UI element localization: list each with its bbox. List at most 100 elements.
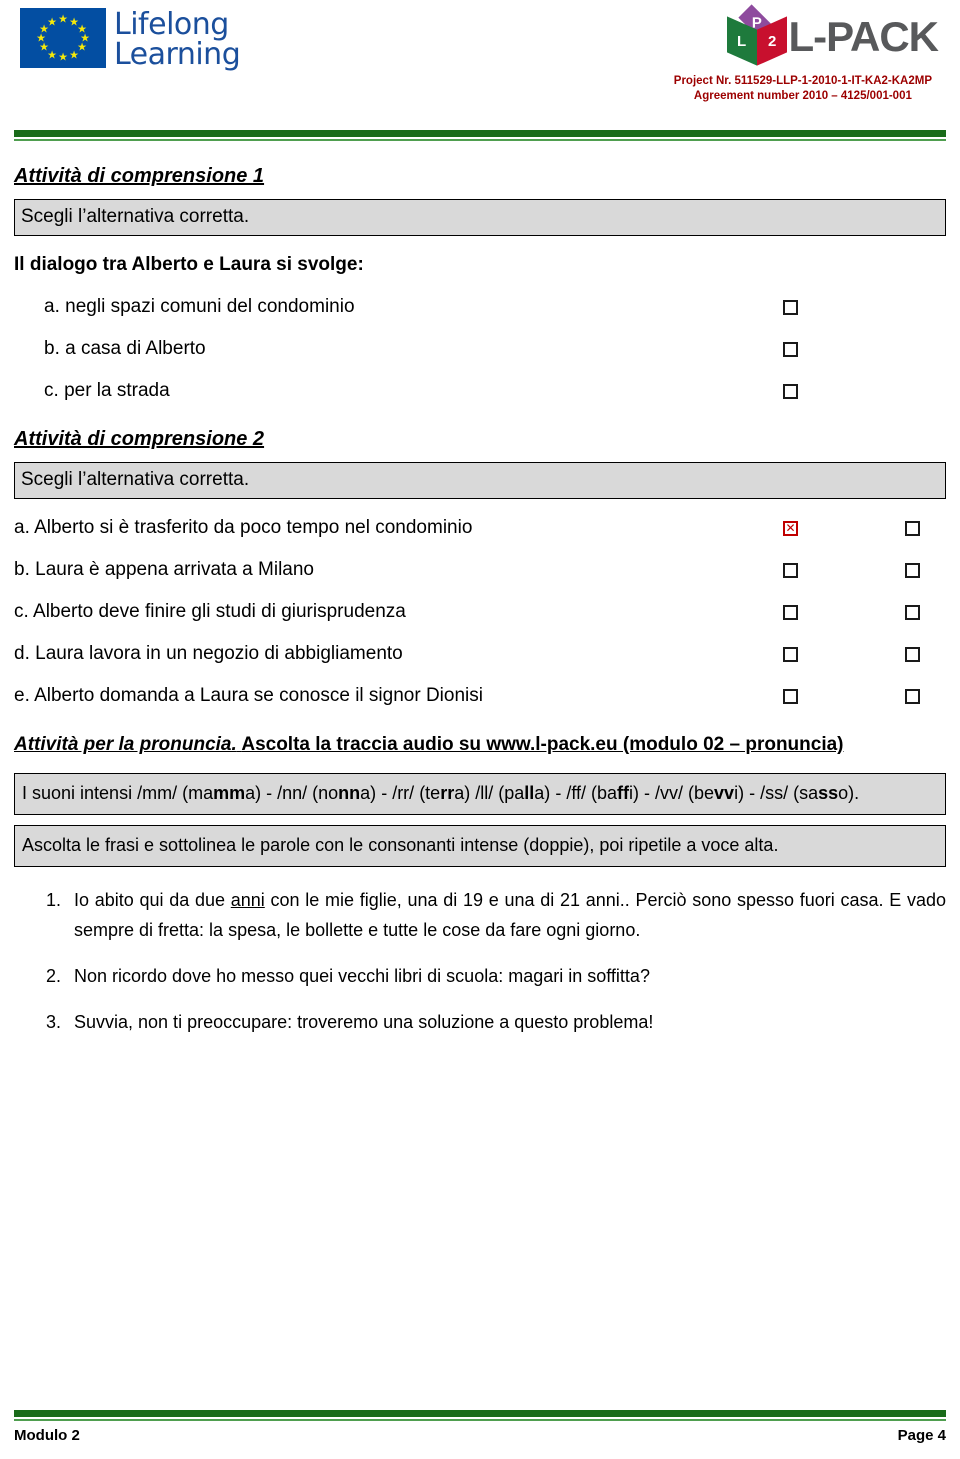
divider-thin-line [14,139,946,141]
example-word: (sasso). [793,783,860,803]
geminate-letters: rr [440,783,455,803]
activity1-question: Il dialogo tra Alberto e Laura si svolge… [14,254,364,275]
footer-page-number: Page 4 [897,1427,946,1444]
header-divider [0,130,960,141]
underlined-word: anni [230,890,265,910]
phoneme: /nn/ [277,783,313,803]
option-letter: d. [14,643,30,664]
footer-module-label: Modulo 2 [14,1427,80,1444]
agreement-number: Agreement number 2010 – 4125/001-001 [693,90,912,102]
activity2-checkbox-a-false[interactable] [905,520,920,536]
ll-line-2: Learning [114,37,241,72]
geminate-letters: nn [338,783,361,803]
activity2-option-e[interactable]: e. Alberto domanda a Laura se conosce il… [14,683,946,709]
sound-entry: /ll/ (palla) - [475,783,566,803]
activity1-option-c[interactable]: c. per la strada [14,378,946,404]
geminate-letters: ff [617,783,630,803]
option-text: b. a casa di Alberto [14,336,946,362]
option-letter: b. [44,338,60,359]
geminate-letters: ss [818,783,839,803]
separator: - [261,783,278,803]
ll-line-1: Lifelong [114,7,229,42]
cube-left-letter: L [737,32,748,50]
activity2-checkbox-c-false[interactable] [905,604,920,620]
option-text: c. per la strada [14,378,946,404]
pronunciation-heading: Attività per la pronuncia. Ascolta la tr… [14,731,946,759]
sound-entry: /rr/ (terra) [392,783,475,803]
page-content: Attività di comprensione 1 Scegli l’alte… [0,163,960,1037]
phoneme: /ss/ [760,783,794,803]
document-page: ★ ★ ★ ★ ★ ★ ★ ★ ★ ★ ★ ★ Lifelong Learnin… [0,0,960,1459]
example-word: (baffi) [591,783,640,803]
activity2-checkbox-e-false[interactable] [905,688,920,704]
activity2-checkbox-d-false[interactable] [905,646,920,662]
lpack-logo: P L 2 L-PACK Project Nr. 511529-LLP-1-20… [674,4,939,104]
geminate-letters: mm [213,783,246,803]
activity1-option-a[interactable]: a. negli spazi comuni del condominio [14,294,946,320]
geminate-letters: vv [714,783,735,803]
option-letter: a. [44,296,60,317]
example-word: (palla) [498,783,551,803]
pronunciation-sentence-list: Io abito qui da due anni con le mie figl… [14,885,946,1037]
sentence-item: Suvvia, non ti preoccupare: troveremo un… [66,1007,946,1037]
activity2-option-b[interactable]: b. Laura è appena arrivata a Milano [14,557,946,583]
sound-entry: /nn/ (nonna) - [277,783,392,803]
activity1-checkbox-b[interactable] [783,341,798,357]
activity2-option-c[interactable]: c. Alberto deve finire gli studi di giur… [14,599,946,625]
option-label: Alberto si è trasferito da poco tempo ne… [34,517,473,538]
sound-entry: /mm/ (mamma) - [137,783,277,803]
activity1-checkbox-c[interactable] [783,383,798,399]
sounds-list: /mm/ (mamma) - /nn/ (nonna) - /rr/ (terr… [137,783,859,803]
example-word: (mamma) [182,783,262,803]
example-word: (terra) [419,783,471,803]
option-text: d. Laura lavora in un negozio di abbigli… [14,641,946,667]
activity2-instruction: Scegli l’alternativa corretta. [14,462,946,499]
option-letter: c. [44,380,59,401]
lpack-wordmark: L-PACK [788,13,939,60]
example-word: (nonna) [312,783,377,803]
activity1-title: Attività di comprensione 1 [14,165,265,187]
separator: - [550,783,567,803]
sentence-item: Non ricordo dove ho messo quei vecchi li… [66,961,946,991]
activity1-option-b[interactable]: b. a casa di Alberto [14,336,946,362]
example-word: (bevvi) [688,783,745,803]
phoneme: /ff/ [566,783,591,803]
activity2-option-a[interactable]: a. Alberto si è trasferito da poco tempo… [14,515,946,541]
activity2-checkbox-c-true[interactable] [783,604,798,620]
activity2-checkbox-b-false[interactable] [905,562,920,578]
activity2-checkbox-b-true[interactable] [783,562,798,578]
activity2-checkbox-d-true[interactable] [783,646,798,662]
option-text: b. Laura è appena arrivata a Milano [14,557,946,583]
eu-flag-icon: ★ ★ ★ ★ ★ ★ ★ ★ ★ ★ ★ ★ [20,8,106,68]
lifelong-learning-logo: ★ ★ ★ ★ ★ ★ ★ ★ ★ ★ ★ ★ Lifelong Learnin… [20,7,241,72]
activity2-option-d[interactable]: d. Laura lavora in un negozio di abbigli… [14,641,946,667]
phoneme: /mm/ [137,783,183,803]
geminate-letters: ll [524,783,535,803]
project-info: Project Nr. 511529-LLP-1-2010-1-IT-KA2-K… [674,74,938,104]
sentence-item: Io abito qui da due anni con le mie figl… [66,885,946,945]
option-label: a casa di Alberto [65,338,206,359]
lifelong-learning-wordmark: Lifelong Learning [114,7,241,72]
activity2-title: Attività di comprensione 2 [14,428,265,450]
pronunciation-sounds-box: I suoni intensi /mm/ (mamma) - /nn/ (non… [14,773,946,815]
phoneme: /rr/ [392,783,420,803]
option-text: a. Alberto si è trasferito da poco tempo… [14,515,946,541]
option-text: e. Alberto domanda a Laura se conosce il… [14,683,946,709]
footer-divider-thick [14,1410,946,1417]
phoneme: /ll/ [475,783,499,803]
option-letter: a. [14,517,30,538]
pronunciation-heading-rest: Ascolta la traccia audio su www.l-pack.e… [241,734,844,755]
activity2-checkbox-e-true[interactable] [783,688,798,704]
sound-entry: /vv/ (bevvi) - [655,783,760,803]
activity1-checkbox-a[interactable] [783,299,798,315]
option-label: Alberto domanda a Laura se conosce il si… [34,685,483,706]
activity1-instruction: Scegli l’alternativa corretta. [14,199,946,236]
pronunciation-heading-italic: Attività per la pronuncia. [14,734,237,755]
option-letter: c. [14,601,29,622]
option-text: c. Alberto deve finire gli studi di giur… [14,599,946,625]
activity2-checkbox-a-true[interactable]: ✕ [783,520,798,536]
divider-thick-line [14,130,946,137]
option-label: Alberto deve finire gli studi di giurisp… [33,601,406,622]
lpack-cube-icon: P L 2 [724,4,790,68]
cube-right-letter: 2 [768,32,777,50]
